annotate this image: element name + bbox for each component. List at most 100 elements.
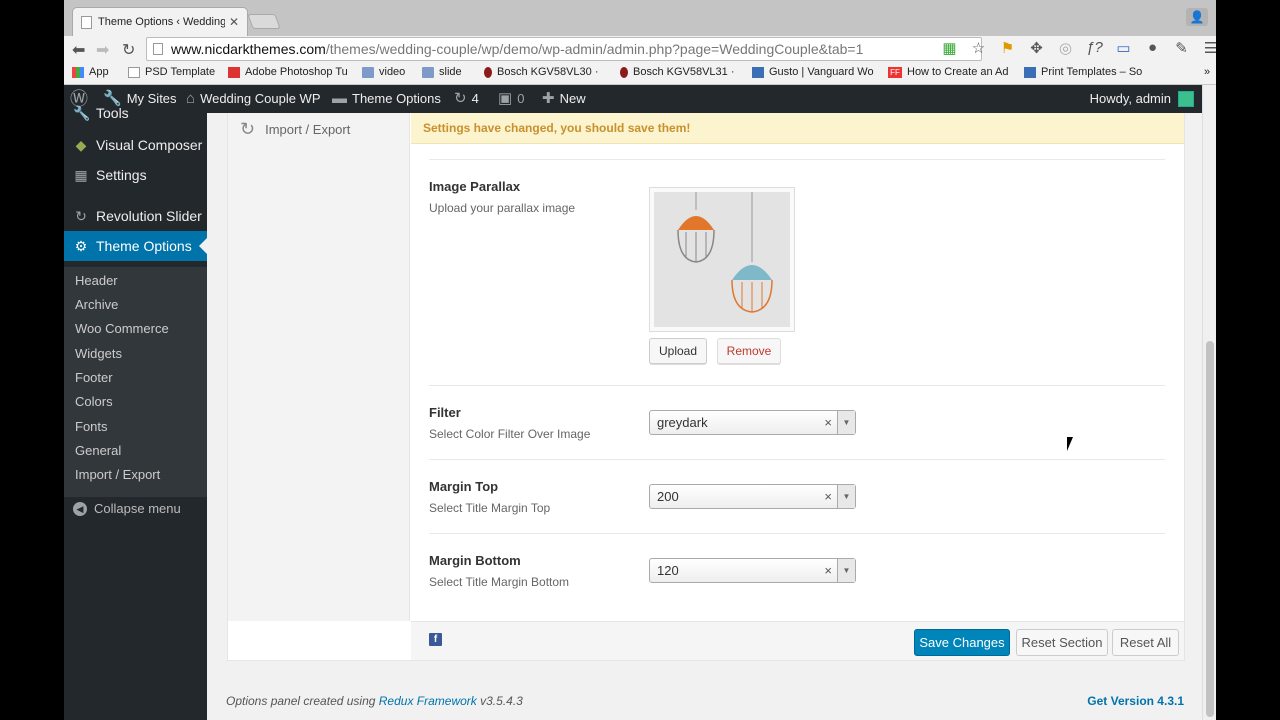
- extension-screen-icon[interactable]: ▭: [1114, 39, 1133, 57]
- submenu-import-export[interactable]: Import / Export: [75, 467, 160, 482]
- sidebar-item-label: Tools: [96, 105, 129, 121]
- dropdown-arrow-icon[interactable]: ▼: [837, 559, 855, 582]
- submenu-footer[interactable]: Footer: [75, 370, 113, 385]
- new-tab-button[interactable]: [247, 14, 281, 29]
- address-bar[interactable]: www.nicdarkthemes.com/themes/wedding-cou…: [146, 37, 982, 61]
- reload-icon[interactable]: ↻: [122, 40, 135, 60]
- submenu-colors[interactable]: Colors: [75, 394, 113, 409]
- filter-select[interactable]: greydark × ▼: [649, 410, 856, 435]
- sidebar-item-visual-composer[interactable]: ◆ Visual Composer: [64, 130, 207, 160]
- bookmarks-more[interactable]: »: [1204, 66, 1210, 78]
- remove-button[interactable]: Remove: [717, 338, 781, 364]
- url-host: www.nicdarkthemes.com: [171, 41, 326, 57]
- extension-icons: ▦ ☆ ⚑ ✥ ◎ ƒ? ▭ ● ✎ ☰: [940, 39, 1216, 57]
- new-content-menu[interactable]: ✚ New: [542, 85, 586, 113]
- field-desc-margin-top: Select Title Margin Top: [429, 501, 551, 515]
- sidebar-item-theme-options[interactable]: ⚙ Theme Options: [64, 231, 207, 261]
- submenu-header[interactable]: Header: [75, 273, 118, 288]
- theme-options-menu[interactable]: ▬ Theme Options: [332, 85, 441, 113]
- bookmark-slide[interactable]: slide: [422, 66, 462, 78]
- bookmark-print[interactable]: Print Templates – So: [1024, 66, 1142, 78]
- bosch-icon: [484, 66, 492, 78]
- eyedropper-icon[interactable]: ✎: [1172, 39, 1191, 57]
- options-section-nav: ↻ Import / Export: [228, 113, 410, 621]
- comments-menu[interactable]: ▣ 0: [498, 85, 524, 113]
- clear-icon[interactable]: ×: [824, 559, 832, 582]
- back-icon[interactable]: ⬅: [72, 40, 85, 60]
- sidebar-item-label: Revolution Slider: [96, 208, 202, 224]
- updates-menu[interactable]: ↻ 4: [454, 85, 479, 113]
- bookmark-star-icon[interactable]: ☆: [969, 39, 988, 57]
- submenu-general[interactable]: General: [75, 443, 121, 458]
- facebook-icon[interactable]: f: [429, 633, 442, 646]
- submenu-archive[interactable]: Archive: [75, 297, 118, 312]
- scrollbar-thumb[interactable]: [1206, 341, 1214, 717]
- avatar: [1178, 91, 1194, 107]
- clear-icon[interactable]: ×: [824, 485, 832, 508]
- page-scrollbar[interactable]: [1202, 85, 1216, 720]
- url-path: /themes/wedding-couple/wp/demo/wp-admin/…: [325, 41, 864, 57]
- wp-admin-bar: Ⓦ 🔧 My Sites ⌂ Wedding Couple WP ▬ Theme Op…: [64, 85, 1202, 113]
- submenu-fonts[interactable]: Fonts: [75, 419, 108, 434]
- close-tab-icon[interactable]: ✕: [229, 15, 239, 29]
- theme-options-label: Theme Options: [352, 91, 441, 106]
- bookmark-video[interactable]: video: [362, 66, 405, 78]
- redux-framework-link[interactable]: Redux Framework: [379, 694, 477, 708]
- howdy-label: Howdy, admin: [1089, 91, 1171, 106]
- sidebar-item-revolution-slider[interactable]: ↻ Revolution Slider: [64, 201, 207, 231]
- tools-icon: 🔧: [73, 105, 91, 121]
- bookmark-label: PSD Template: [145, 66, 216, 78]
- sidebar-item-label: Settings: [96, 167, 147, 183]
- bookmark-label: video: [379, 66, 406, 78]
- bookmark-gusto[interactable]: Gusto | Vanguard Wo: [752, 66, 874, 78]
- collapse-menu-button[interactable]: ◀ Collapse menu: [73, 501, 181, 516]
- extension-puzzle-icon[interactable]: ✥: [1027, 39, 1046, 57]
- bookmark-how-to[interactable]: FF How to Create an Ad: [888, 66, 1009, 78]
- dropdown-arrow-icon[interactable]: ▼: [837, 411, 855, 434]
- margin-top-select-value: 200: [657, 489, 679, 504]
- account-menu[interactable]: Howdy, admin: [1090, 85, 1194, 113]
- bookmark-photoshop[interactable]: Adobe Photoshop Tu: [228, 66, 348, 78]
- bookmark-label: How to Create an Ad: [907, 66, 1009, 78]
- extension-circle-icon[interactable]: ◎: [1056, 39, 1075, 57]
- bookmark-label: slide: [439, 66, 462, 78]
- clear-icon[interactable]: ×: [824, 411, 832, 434]
- bookmark-bosch-30[interactable]: Bosch KGV58VL30 ·: [484, 66, 599, 78]
- letterbox: [1216, 0, 1280, 720]
- updates-count: 4: [471, 91, 479, 106]
- extension-windows-icon[interactable]: ▦: [940, 39, 959, 57]
- menu-icon[interactable]: ☰: [1201, 39, 1216, 57]
- profile-icon[interactable]: 👤: [1186, 8, 1208, 26]
- reset-all-button[interactable]: Reset All: [1112, 629, 1179, 656]
- sidebar-item-settings[interactable]: ▦ Settings: [64, 160, 207, 190]
- extension-flag-icon[interactable]: ⚑: [998, 39, 1017, 57]
- dropdown-arrow-icon[interactable]: ▼: [837, 485, 855, 508]
- sidebar-item-tools[interactable]: 🔧 Tools: [64, 98, 207, 128]
- save-changes-button[interactable]: Save Changes: [914, 629, 1010, 656]
- browser-tab[interactable]: Theme Options ‹ Wedding ✕: [72, 7, 248, 36]
- extension-color-icon[interactable]: ●: [1143, 39, 1162, 57]
- submenu-widgets[interactable]: Widgets: [75, 346, 122, 361]
- section-nav-import-export[interactable]: ↻ Import / Export: [240, 119, 350, 140]
- bookmark-psd[interactable]: PSD Template: [128, 66, 215, 78]
- bookmark-apps[interactable]: App: [72, 66, 109, 78]
- sidebar-item-label: Visual Composer: [96, 137, 203, 153]
- extension-fx-icon[interactable]: ƒ?: [1085, 39, 1104, 57]
- section-nav-label: Import / Export: [265, 122, 351, 137]
- margin-bottom-select[interactable]: 120 × ▼: [649, 558, 856, 583]
- field-desc-filter: Select Color Filter Over Image: [429, 427, 591, 441]
- parallax-image-preview: [649, 187, 795, 332]
- folder-icon: ▬: [332, 90, 347, 107]
- get-version-link[interactable]: Get Version 4.3.1: [1087, 694, 1184, 708]
- submenu-woo-commerce[interactable]: Woo Commerce: [75, 321, 169, 336]
- bookmark-bosch-31[interactable]: Bosch KGV58VL31 ·: [620, 66, 735, 78]
- bosch-icon: [620, 66, 628, 78]
- field-title-filter: Filter: [429, 405, 461, 420]
- upload-button[interactable]: Upload: [649, 338, 707, 364]
- reset-section-button[interactable]: Reset Section: [1016, 629, 1108, 656]
- more-chevron-icon: »: [1204, 66, 1211, 78]
- page-icon: [81, 15, 92, 29]
- margin-top-select[interactable]: 200 × ▼: [649, 484, 856, 509]
- settings-changed-notice: Settings have changed, you should save t…: [411, 113, 1184, 144]
- forward-icon[interactable]: ➡: [96, 40, 109, 60]
